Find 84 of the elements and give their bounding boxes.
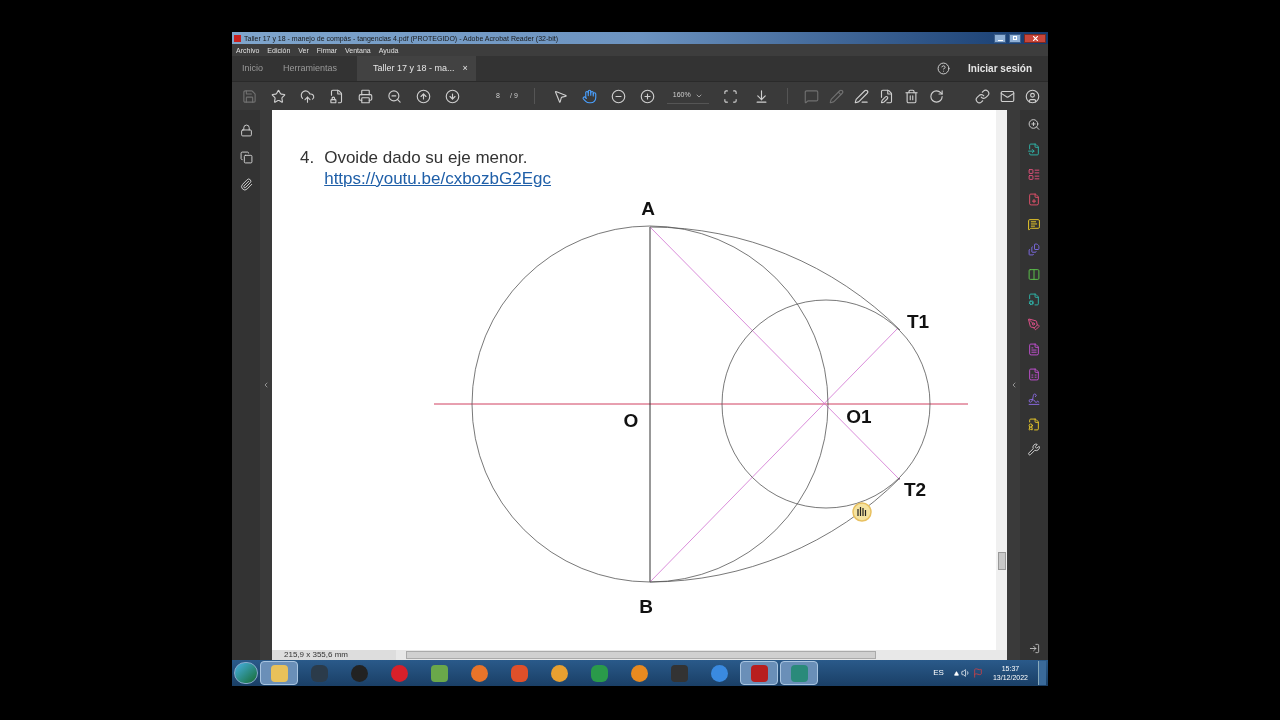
star-icon[interactable] <box>271 88 286 104</box>
tab-label: Taller 17 y 18 - ma... <box>373 61 455 75</box>
app-icon <box>710 664 728 682</box>
app-icon <box>750 664 768 682</box>
minimize-button[interactable] <box>994 33 1006 43</box>
point-label: T1 <box>906 311 930 332</box>
hand-cursor-icon <box>852 502 872 522</box>
print-icon[interactable] <box>358 88 373 104</box>
app-icon <box>790 664 808 682</box>
start-button[interactable] <box>234 662 258 684</box>
app-icon <box>350 664 368 682</box>
point-label: O <box>623 410 639 431</box>
app-icon <box>270 664 288 682</box>
tab-close-button[interactable]: × <box>462 61 468 76</box>
zoom-out-button-icon[interactable] <box>610 88 626 104</box>
vertical-scrollbar-thumb[interactable] <box>997 552 1006 570</box>
edit-file-icon[interactable] <box>878 88 894 104</box>
delete-icon[interactable] <box>903 88 919 104</box>
app-icon <box>550 664 568 682</box>
horizontal-scrollbar-thumb[interactable] <box>406 651 876 659</box>
columns-icon[interactable] <box>1026 268 1042 281</box>
zoom-in-icon[interactable] <box>1026 118 1042 131</box>
heading: Ovoide dado su eje menor. <box>324 147 529 168</box>
app-icon <box>630 664 648 682</box>
file-gear-icon[interactable] <box>1026 293 1042 306</box>
sign-in-link[interactable]: Iniciar sesión <box>968 61 1032 76</box>
list-number: 4. <box>300 147 315 169</box>
tray-expand-icon[interactable] <box>953 670 959 676</box>
collapse-left-icon[interactable] <box>262 381 270 389</box>
pages-icon[interactable] <box>239 151 253 164</box>
tab-label: Inicio <box>242 61 263 75</box>
close-icon <box>1032 35 1038 41</box>
tab[interactable]: Inicio <box>232 56 273 81</box>
close-button[interactable] <box>1024 33 1046 43</box>
maximize-button[interactable] <box>1009 33 1021 43</box>
file-lock-icon[interactable] <box>329 88 344 104</box>
fit-page-icon[interactable] <box>722 88 738 104</box>
point-label: A <box>641 198 655 219</box>
lock-icon[interactable] <box>239 124 253 137</box>
arrow-up-icon[interactable] <box>416 88 431 104</box>
tab[interactable]: Herramientas <box>273 56 348 81</box>
file-export-icon[interactable] <box>1026 143 1042 156</box>
app-icon <box>590 664 608 682</box>
file-icon[interactable] <box>1026 343 1042 356</box>
help-icon[interactable] <box>937 62 951 75</box>
comment-icon[interactable] <box>1026 218 1042 231</box>
file-form-icon[interactable] <box>1026 368 1042 381</box>
link-icon[interactable] <box>975 88 990 104</box>
mail-icon[interactable] <box>1000 88 1015 104</box>
acrobat-icon <box>234 34 241 42</box>
point-label: T2 <box>903 479 927 500</box>
pointer-icon[interactable] <box>552 88 568 104</box>
app-icon <box>310 664 328 682</box>
arrow-down-icon[interactable] <box>445 88 460 104</box>
app-icon <box>670 664 688 682</box>
file-plus-icon[interactable] <box>1026 193 1042 206</box>
file-badge-icon[interactable] <box>1026 418 1042 431</box>
sign-icon[interactable] <box>853 88 869 104</box>
user-icon[interactable] <box>1025 88 1040 104</box>
zoom-out-icon[interactable] <box>387 88 402 104</box>
video-link[interactable]: https://youtu.be/cxbozbG2Egc <box>324 168 551 189</box>
point-label: B <box>639 596 653 617</box>
page-size-label: 215,9 x 355,6 mm <box>272 650 396 660</box>
rotate-icon[interactable] <box>928 88 944 104</box>
tab[interactable]: Taller 17 y 18 - ma... × <box>357 56 476 81</box>
taskbar-app-button[interactable] <box>740 661 778 685</box>
expand-panel-icon[interactable] <box>1028 643 1040 654</box>
app-icon <box>510 664 528 682</box>
language-indicator[interactable]: ES <box>933 667 944 679</box>
layout-icon[interactable] <box>1026 168 1042 181</box>
volume-icon[interactable] <box>960 668 971 678</box>
app-icon <box>390 664 408 682</box>
tab-label: Herramientas <box>283 61 338 75</box>
cloud-upload-icon[interactable] <box>300 88 315 104</box>
point-label: O1 <box>846 406 872 427</box>
app-icon <box>430 664 448 682</box>
paperclip-icon[interactable] <box>239 178 253 191</box>
hand-icon[interactable] <box>581 88 597 104</box>
app-icon <box>470 664 488 682</box>
zoom-in-button-icon[interactable] <box>639 88 655 104</box>
pen-icon[interactable] <box>1026 318 1042 331</box>
files-icon[interactable] <box>1026 243 1042 256</box>
signature-icon[interactable] <box>1026 393 1042 406</box>
wrench-icon[interactable] <box>1026 443 1042 456</box>
